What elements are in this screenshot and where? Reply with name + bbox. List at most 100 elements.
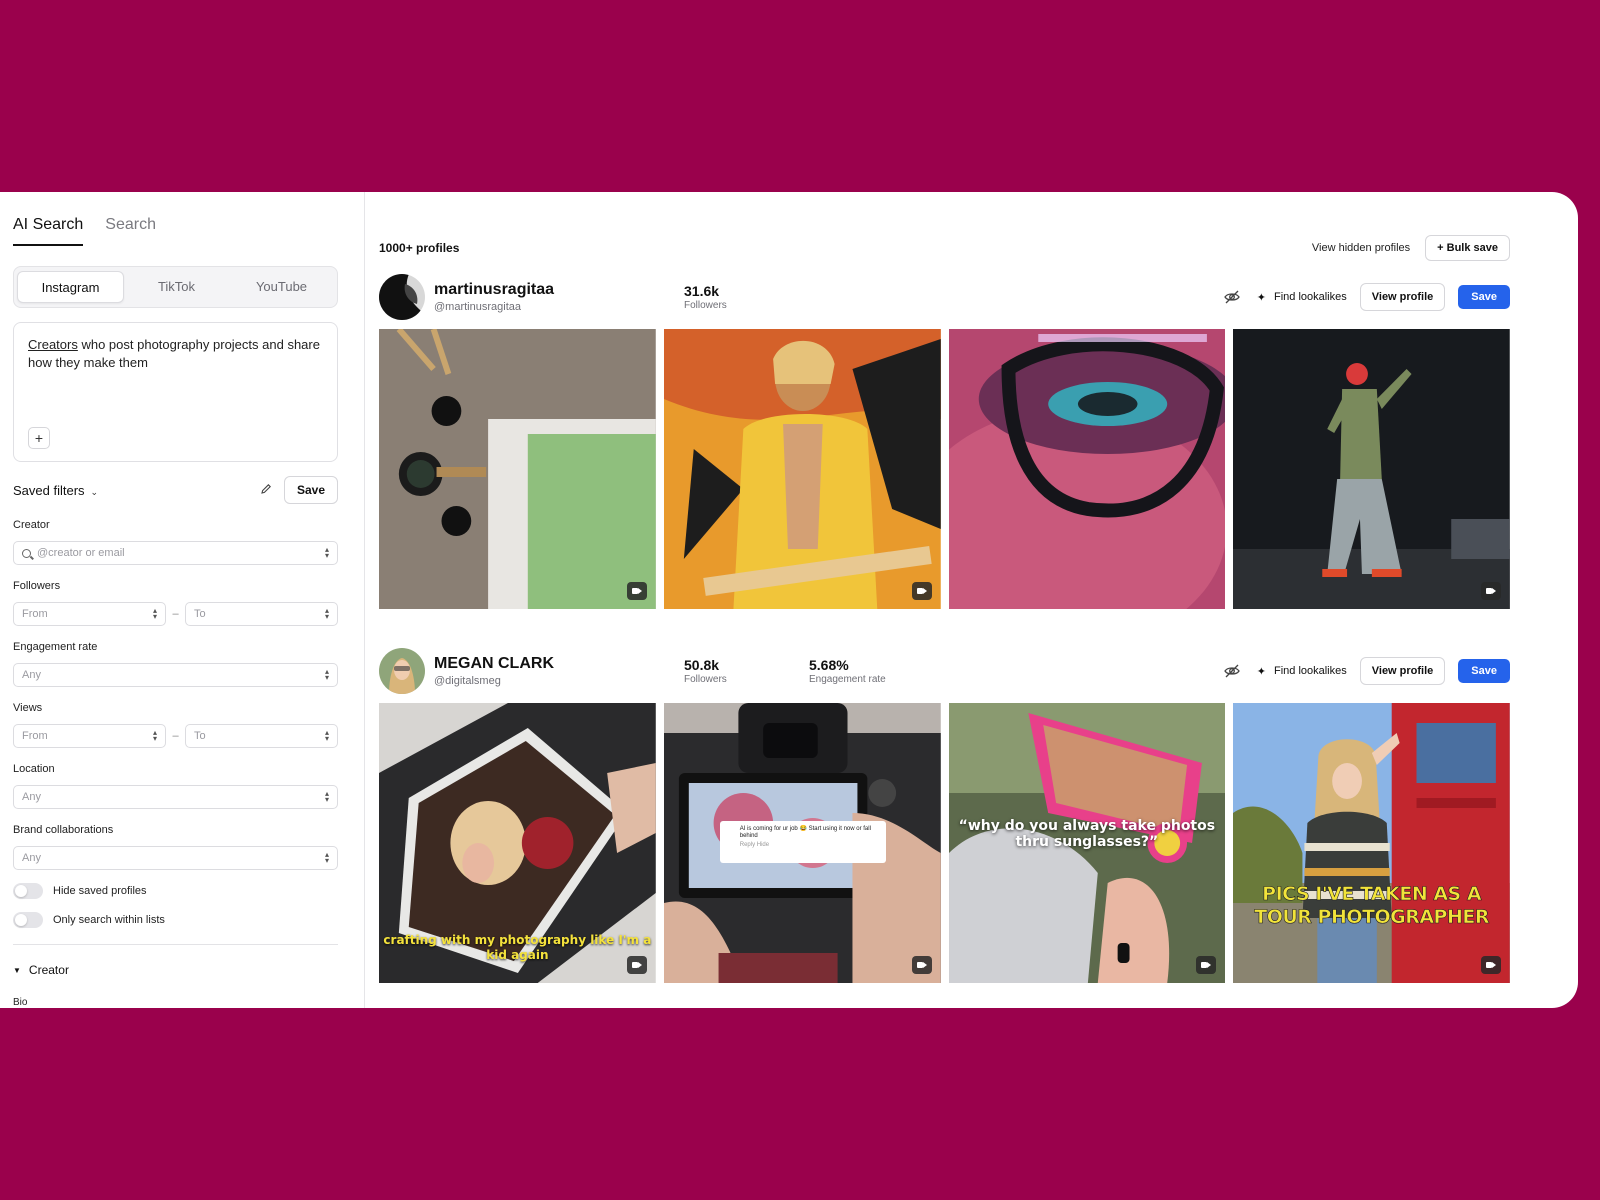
followers-label: Followers [684,674,727,685]
post-thumbnail[interactable]: crafting with my photography like I'm a … [379,703,656,983]
followers-from-select[interactable]: From ▴ ▾ [13,602,166,626]
brand-select[interactable]: Any ▴ ▾ [13,846,338,870]
tab-youtube[interactable]: YouTube [229,271,334,303]
filter-sidebar: AI Search Search Instagram TikTok YouTub… [0,192,365,1008]
tab-search[interactable]: Search [105,216,156,246]
avatar[interactable] [379,274,425,320]
followers-label: Followers [684,300,727,311]
creator-placeholder: @creator or email [37,547,125,559]
followers-from-value: From [22,608,48,620]
find-lookalikes-label: Find lookalikes [1273,665,1347,677]
creator-actions: ✦ Find lookalikes View profile Save [1223,283,1510,311]
post-caption: “why do you always take photos thru sung… [958,818,1216,850]
followers-stat: 31.6k Followers [684,283,809,311]
search-icon [22,548,31,558]
post-caption: crafting with my photography like I'm a … [383,933,652,962]
location-select[interactable]: Any ▴ ▾ [13,785,338,809]
creator-filter-label: Creator [13,519,50,531]
post-thumbnails [379,329,1510,609]
creator-section-toggle[interactable]: ▼ Creator [13,963,352,977]
view-profile-button[interactable]: View profile [1359,657,1446,685]
views-range: From ▴ ▾ – To ▴ ▾ [13,724,338,748]
view-hidden-profiles-link[interactable]: View hidden profiles [1312,242,1410,254]
view-profile-button[interactable]: View profile [1359,283,1446,311]
creator-handle: @digitalsmeg [434,675,501,687]
only-lists-row: Only search within lists [13,911,352,928]
post-thumbnail[interactable]: “why do you always take photos thru sung… [948,703,1226,983]
creator-actions: ✦ Find lookalikes View profile Save [1223,657,1510,685]
find-lookalikes-button[interactable]: ✦ Find lookalikes [1257,665,1347,678]
creator-name[interactable]: MEGAN CLARK [434,655,684,673]
save-filters-button[interactable]: Save [283,476,338,504]
brand-filter-label: Brand collaborations [13,824,114,836]
range-dash: – [172,608,179,620]
post-thumbnail[interactable] [663,329,941,609]
followers-value: 50.8k [684,657,720,673]
creator-name-block: MEGAN CLARK @digitalsmeg [434,655,684,687]
engagement-filter-label: Engagement rate [13,641,98,653]
chevron-down-icon: ⌄ [90,486,99,497]
ai-prompt-input[interactable]: Creators who post photography projects a… [13,322,338,462]
eye-off-icon[interactable] [1223,288,1241,306]
creator-name-block: martinusragitaa @martinusragitaa [434,281,684,313]
engagement-value: 5.68% [809,657,849,673]
hide-saved-label: Hide saved profiles [53,884,147,897]
tab-instagram[interactable]: Instagram [17,271,124,303]
find-lookalikes-label: Find lookalikes [1273,291,1347,303]
saved-filters-dropdown[interactable]: Saved filters ⌄ [13,483,98,498]
post-thumbnail[interactable]: PICS I'VE TAKEN AS A TOUR PHOTOGRAPHER [1233,703,1510,983]
mode-tabs: AI Search Search [13,216,352,246]
only-lists-toggle[interactable] [13,911,43,928]
creator-name[interactable]: martinusragitaa [434,281,684,299]
followers-to-select[interactable]: To ▴ ▾ [185,602,338,626]
brand-value: Any [22,852,41,864]
post-thumbnails: crafting with my photography like I'm a … [379,703,1510,983]
engagement-label: Engagement rate [809,674,886,685]
engagement-stat: 5.68% Engagement rate [809,657,934,685]
creator-card: martinusragitaa @martinusragitaa 31.6k F… [379,274,1510,609]
only-lists-label: Only search within lists [53,913,165,926]
post-thumbnail[interactable] [948,329,1226,609]
creator-search-input[interactable]: @creator or email ▴ ▾ [13,541,338,565]
bulk-save-button[interactable]: + Bulk save [1425,235,1510,261]
updown-icon: ▴ ▾ [324,606,329,621]
views-filter-label: Views [13,702,43,714]
pencil-icon[interactable] [260,483,272,498]
results-topbar: 1000+ profiles View hidden profiles + Bu… [379,235,1510,261]
sparkle-icon: ✦ [1256,291,1266,304]
location-filter-label: Location [13,763,55,775]
creator-handle: @martinusragitaa [434,301,521,313]
creator-card: MEGAN CLARK @digitalsmeg 50.8k Followers… [379,648,1510,983]
saved-filters-row: Saved filters ⌄ Save [13,476,338,504]
followers-filter-label: Followers [13,580,61,592]
creator-header: martinusragitaa @martinusragitaa 31.6k F… [379,274,1510,320]
video-icon [911,582,932,600]
hide-saved-toggle[interactable] [13,882,43,899]
updown-icon: ▴ ▾ [324,667,329,682]
add-attachment-button[interactable]: + [28,427,50,449]
updown-icon: ▴ ▾ [324,545,329,560]
post-thumbnail[interactable] [1233,329,1510,609]
save-creator-button[interactable]: Save [1458,659,1510,683]
updown-icon: ▴ ▾ [152,606,157,621]
views-to-select[interactable]: To ▴ ▾ [185,724,338,748]
results-panel: 1000+ profiles View hidden profiles + Bu… [365,192,1578,1008]
tab-tiktok[interactable]: TikTok [124,271,229,303]
avatar[interactable] [379,648,425,694]
post-thumbnail[interactable] [379,329,656,609]
views-to-value: To [194,730,206,742]
range-dash: – [172,730,179,742]
views-from-select[interactable]: From ▴ ▾ [13,724,166,748]
post-thumbnail[interactable]: AI is coming for ur job 😂 Start using it… [663,703,941,983]
comment-text: AI is coming for ur job 😂 Start using it… [739,826,871,839]
tab-ai-search[interactable]: AI Search [13,216,84,246]
followers-to-value: To [194,608,206,620]
followers-value: 31.6k [684,283,720,299]
eye-off-icon[interactable] [1223,662,1241,680]
engagement-select[interactable]: Any ▴ ▾ [13,663,338,687]
save-creator-button[interactable]: Save [1458,285,1510,309]
hide-saved-row: Hide saved profiles [13,882,352,899]
find-lookalikes-button[interactable]: ✦ Find lookalikes [1257,291,1347,304]
comment-overlay: AI is coming for ur job 😂 Start using it… [719,821,886,863]
comment-meta: Reply Hide [739,842,770,848]
